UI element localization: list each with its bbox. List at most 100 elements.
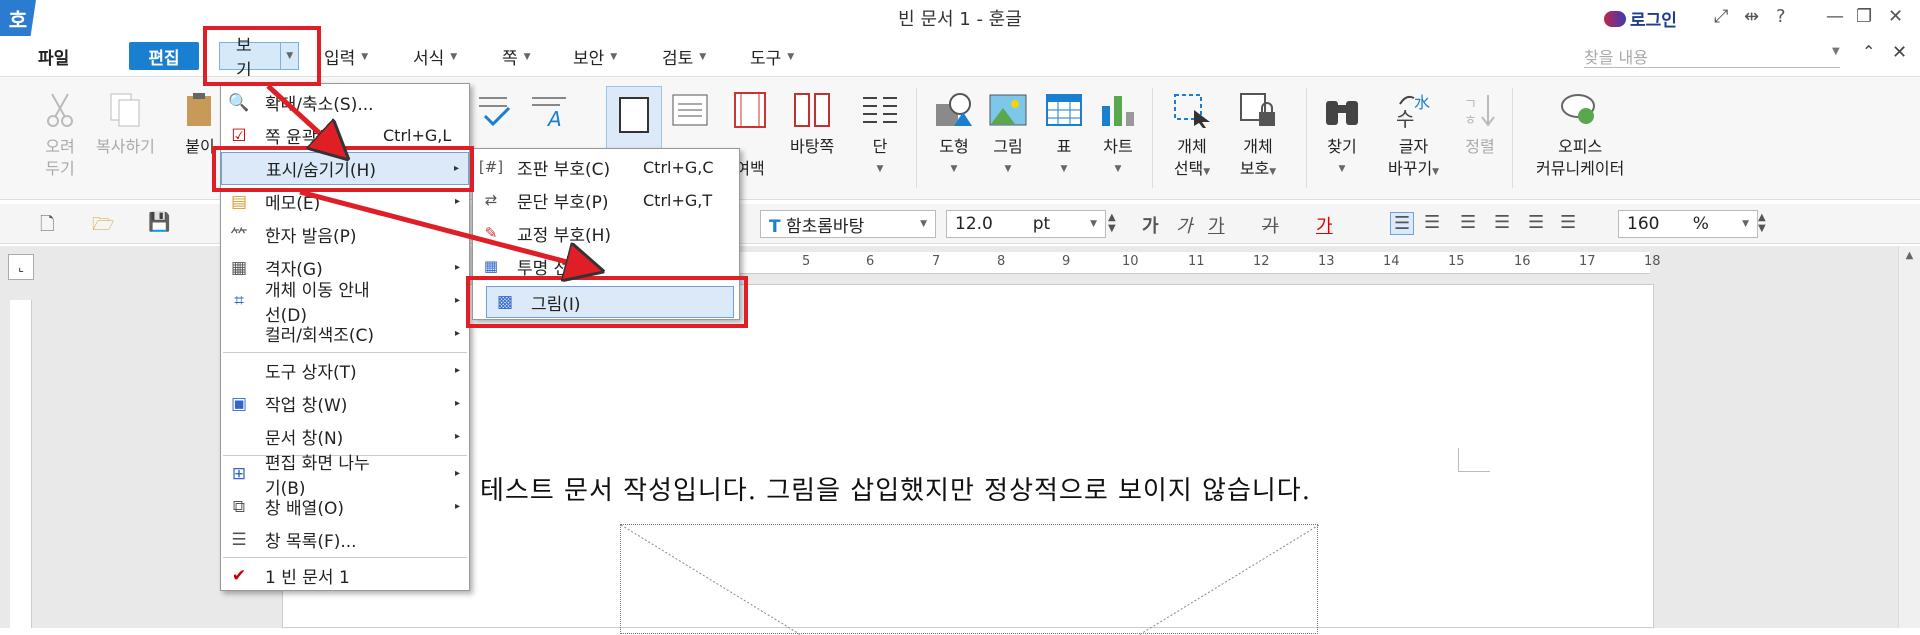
menu-item-color[interactable]: 컬러/회색조(C) ▸ [221,317,469,350]
italic-button[interactable]: 가 [1176,212,1193,238]
menu-item-hanja[interactable]: ⺮ 한자 발음(P) [221,218,469,251]
minimize-button[interactable]: — [1826,6,1844,27]
document-text[interactable]: 테스트 문서 작성입니다. 그림을 삽입했지만 정상적으로 보이지 않습니다. [480,470,1311,507]
vertical-ruler[interactable] [10,300,32,628]
chevron-down-icon[interactable]: ▼ [280,43,298,69]
menu-item-doc-1[interactable]: ✔ 1 빈 문서 1 [221,559,469,592]
svg-text:ㅎ: ㅎ [1464,113,1477,127]
ruler-corner-button[interactable]: ⌞ [8,254,34,280]
search-input[interactable]: 찾을 내용 [1584,40,1840,68]
new-document-icon[interactable]: 🗋 [40,212,54,242]
picture-button[interactable]: 그림 ▼ [988,90,1028,180]
object-select-button[interactable]: 개체 선택▼ [1172,90,1212,183]
chart-button[interactable]: 차트 ▼ [1098,90,1138,180]
chevron-down-icon: ▼ [699,51,707,62]
sort-button[interactable]: ㄱㅎ 정렬 [1460,90,1500,158]
ruler-number: 6 [866,254,875,269]
cut-button[interactable]: 오려 두기 [40,90,80,180]
submenu-item-proofread[interactable]: ✎ 교정 부호(H) [473,217,739,249]
app-logo[interactable]: 호 [0,0,36,36]
menu-tools[interactable]: 도구 ▼ [750,44,794,69]
table-icon [1044,90,1084,130]
vertical-scrollbar[interactable]: ▲ [1898,246,1920,628]
svg-text:수: 수 [1396,107,1414,128]
find-button[interactable]: 찾기 ▼ [1322,90,1362,180]
align-left-button[interactable]: ☰ [1424,212,1440,233]
submenu-item-paragraph-marks[interactable]: ⇄ 문단 부호(P) Ctrl+G,T [473,184,739,216]
menu-item-toolbox[interactable]: 도구 상자(T) ▸ [221,354,469,387]
strikethrough-button[interactable]: 가 [1262,212,1279,238]
paste-button[interactable]: 붙이 [180,90,220,158]
zoom-value: 160 [1627,214,1660,234]
object-protect-button[interactable]: 개체 보호▼ [1238,90,1278,183]
chevron-down-icon: ▼ [361,51,369,62]
collapse-icon[interactable]: ⌃ [1862,42,1875,61]
underline-button[interactable]: 가 [1208,212,1225,238]
broken-image-frame[interactable] [620,524,1319,635]
menu-item-zoom[interactable]: 🔍 확대/축소(S)... [221,86,469,119]
close-doc-icon[interactable]: ✕ [1892,42,1907,63]
text-style-button[interactable]: A [530,90,570,136]
fullscreen-icon[interactable]: ⤢ [1714,6,1728,27]
align-justify-button[interactable]: ☰ [1390,212,1415,235]
distribute-button[interactable]: ☰ [1528,212,1544,233]
submenu-item-picture[interactable]: ▩ 그림(I) [486,286,734,318]
menu-item-page-outline[interactable]: ☑ 쪽 윤곽(A) Ctrl+G,L [221,119,469,152]
picture-icon [988,90,1028,130]
replace-button[interactable]: 수 水 글자 바꾸기▼ [1388,90,1439,183]
menu-item-object-guide[interactable]: ⌗ 개체 이동 안내선(D) ▸ [221,281,469,326]
ruler-number: 5 [802,254,811,269]
menu-edit[interactable]: 편집 [129,42,199,70]
help-icon[interactable]: ? [1776,6,1786,27]
master-page-button[interactable]: 바탕쪽 [790,90,834,158]
split-icon[interactable]: ⇹ [1744,6,1759,27]
menu-review[interactable]: 검토 ▼ [662,44,706,69]
menu-security[interactable]: 보안 ▼ [573,44,617,69]
copy-button[interactable]: 복사하기 [96,90,155,158]
font-size-select[interactable]: 12.0 pt ▼ [946,210,1106,238]
menu-file[interactable]: 파일 [38,44,69,69]
menu-item-task-pane[interactable]: ▣ 작업 창(W) ▸ [221,387,469,420]
menu-page[interactable]: 쪽 ▼ [502,44,531,69]
menu-item-memo[interactable]: ▤ 메모(E) ▸ [221,185,469,218]
save-icon[interactable]: 💾 [148,212,170,233]
zoom-select[interactable]: 160% ▼ [1618,210,1758,238]
scroll-up-icon[interactable]: ▲ [1899,250,1920,261]
search-dropdown-icon[interactable]: ▼ [1832,46,1840,57]
page-view-button[interactable] [670,90,710,136]
submenu-item-transparent-line[interactable]: ▦ 투명 선(S) [473,250,739,282]
menu-item-arrange[interactable]: ⧉ 창 배열(O) ▸ [221,490,469,523]
chevron-down-icon: ▼ [787,51,795,62]
align-right-button[interactable]: ☰ [1494,212,1510,233]
menu-view[interactable]: 보기 ▼ [219,36,299,81]
column-button[interactable]: 단 ▼ [860,90,900,180]
menu-item-window-list[interactable]: ☰ 창 목록(F)... [221,523,469,556]
login-button[interactable]: 로그인 [1604,6,1677,31]
zoom-stepper[interactable]: ▲ ▼ [1758,212,1766,234]
restore-button[interactable]: ❐ [1856,6,1872,27]
table-button[interactable]: 표 ▼ [1044,90,1084,180]
open-folder-icon[interactable]: 🗁 [92,212,114,242]
menu-format[interactable]: 서식 ▼ [413,44,457,69]
bold-button[interactable]: 가 [1142,212,1159,238]
font-select[interactable]: T 함초롬바탕 ▼ [760,210,936,238]
ruler-number: 12 [1253,254,1270,269]
submenu-item-control-codes[interactable]: [#] 조판 부호(C) Ctrl+G,C [473,151,739,183]
menu-item-show-hide[interactable]: 표시/숨기기(H) ▸ [221,152,469,185]
menu-insert[interactable]: 입력 ▼ [324,44,368,69]
control-codes-icon: [#] [478,158,504,176]
font-color-button[interactable]: 가 [1316,212,1333,238]
ruler-number: 7 [932,254,941,269]
shape-button[interactable]: 도형 ▼ [934,90,974,180]
divide-button[interactable]: ☰ [1560,212,1576,233]
close-button[interactable]: ✕ [1888,6,1903,27]
menu-item-split-view[interactable]: ⊞ 편집 화면 나누기(B) ▸ [221,454,469,499]
zoom-unit: % [1692,214,1709,234]
size-stepper[interactable]: ▲ ▼ [1108,212,1116,234]
task-pane-icon: ▣ [230,393,248,414]
checkbox-icon: ☑ [231,125,247,146]
check-button[interactable] [474,90,514,136]
align-center-button[interactable]: ☰ [1460,212,1476,233]
horizontal-ruler[interactable]: 5 6 7 8 9 10 11 12 13 14 15 16 17 18 [740,252,1661,274]
office-communicator-button[interactable]: 오피스 커뮤니케이터 [1536,90,1624,180]
